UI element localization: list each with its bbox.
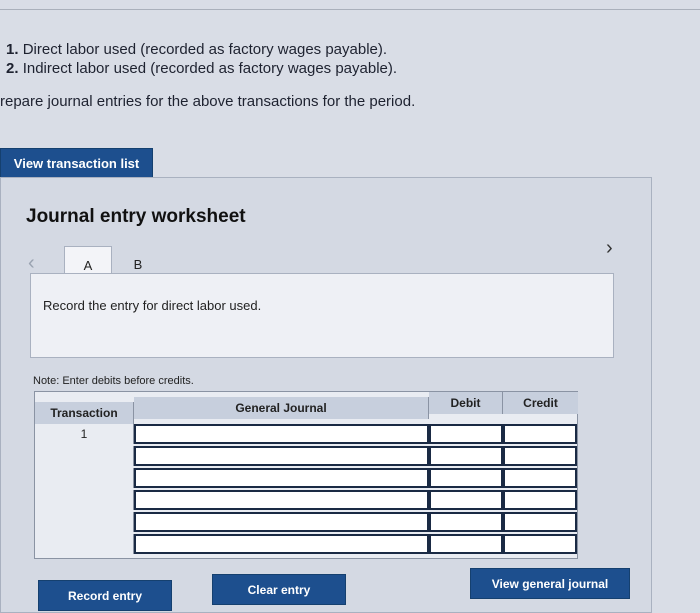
credit-input[interactable]: [503, 490, 577, 510]
entry-description: Record the entry for direct labor used.: [43, 298, 262, 313]
account-input[interactable]: [134, 424, 429, 444]
header-debit: Debit: [429, 392, 503, 414]
view-transaction-list-button[interactable]: View transaction list: [0, 148, 153, 179]
chevron-left-icon[interactable]: ‹: [28, 252, 35, 275]
credit-input[interactable]: [503, 512, 577, 532]
debit-input[interactable]: [429, 490, 503, 510]
question-text: Indirect labor used (recorded as factory…: [22, 60, 398, 77]
clear-entry-button[interactable]: Clear entry: [212, 574, 346, 605]
debit-input[interactable]: [429, 446, 503, 466]
journal-table: Transaction General Journal Debit Credit…: [34, 391, 578, 559]
table-row: [35, 446, 577, 468]
credit-input[interactable]: [503, 534, 577, 554]
question-number: 1.: [6, 41, 19, 58]
transaction-cell: [35, 468, 134, 488]
account-input[interactable]: [134, 468, 429, 488]
debit-input[interactable]: [429, 468, 503, 488]
header-transaction: Transaction: [35, 402, 134, 424]
account-input[interactable]: [134, 490, 429, 510]
table-row: [35, 534, 577, 556]
question-text: Direct labor used (recorded as factory w…: [22, 41, 388, 58]
top-divider: [0, 9, 700, 10]
account-input[interactable]: [134, 512, 429, 532]
transaction-cell: [35, 512, 134, 532]
question-item: 2. Indirect labor used (recorded as fact…: [6, 59, 397, 78]
table-row: [35, 512, 577, 534]
account-input[interactable]: [134, 534, 429, 554]
account-input[interactable]: [134, 446, 429, 466]
table-row: [35, 468, 577, 490]
debit-input[interactable]: [429, 512, 503, 532]
question-item: 1. Direct labor used (recorded as factor…: [6, 40, 397, 59]
instruction-text: repare journal entries for the above tra…: [0, 93, 416, 110]
worksheet-title: Journal entry worksheet: [26, 206, 246, 227]
transaction-cell: [35, 490, 134, 510]
header-credit: Credit: [503, 392, 578, 414]
table-row: 1: [35, 424, 577, 446]
debit-input[interactable]: [429, 534, 503, 554]
entry-description-panel: [30, 273, 614, 358]
debit-input[interactable]: [429, 424, 503, 444]
transaction-cell: 1: [35, 424, 134, 444]
transaction-cell: [35, 446, 134, 466]
header-general-journal: General Journal: [134, 397, 429, 419]
view-general-journal-button[interactable]: View general journal: [470, 568, 630, 599]
credit-input[interactable]: [503, 468, 577, 488]
note-text: Note: Enter debits before credits.: [33, 375, 194, 387]
transaction-cell: [35, 534, 134, 554]
record-entry-button[interactable]: Record entry: [38, 580, 172, 611]
question-number: 2.: [6, 60, 19, 77]
table-row: [35, 490, 577, 512]
chevron-right-icon[interactable]: ›: [606, 237, 613, 260]
credit-input[interactable]: [503, 424, 577, 444]
question-list: 1. Direct labor used (recorded as factor…: [6, 40, 397, 78]
credit-input[interactable]: [503, 446, 577, 466]
